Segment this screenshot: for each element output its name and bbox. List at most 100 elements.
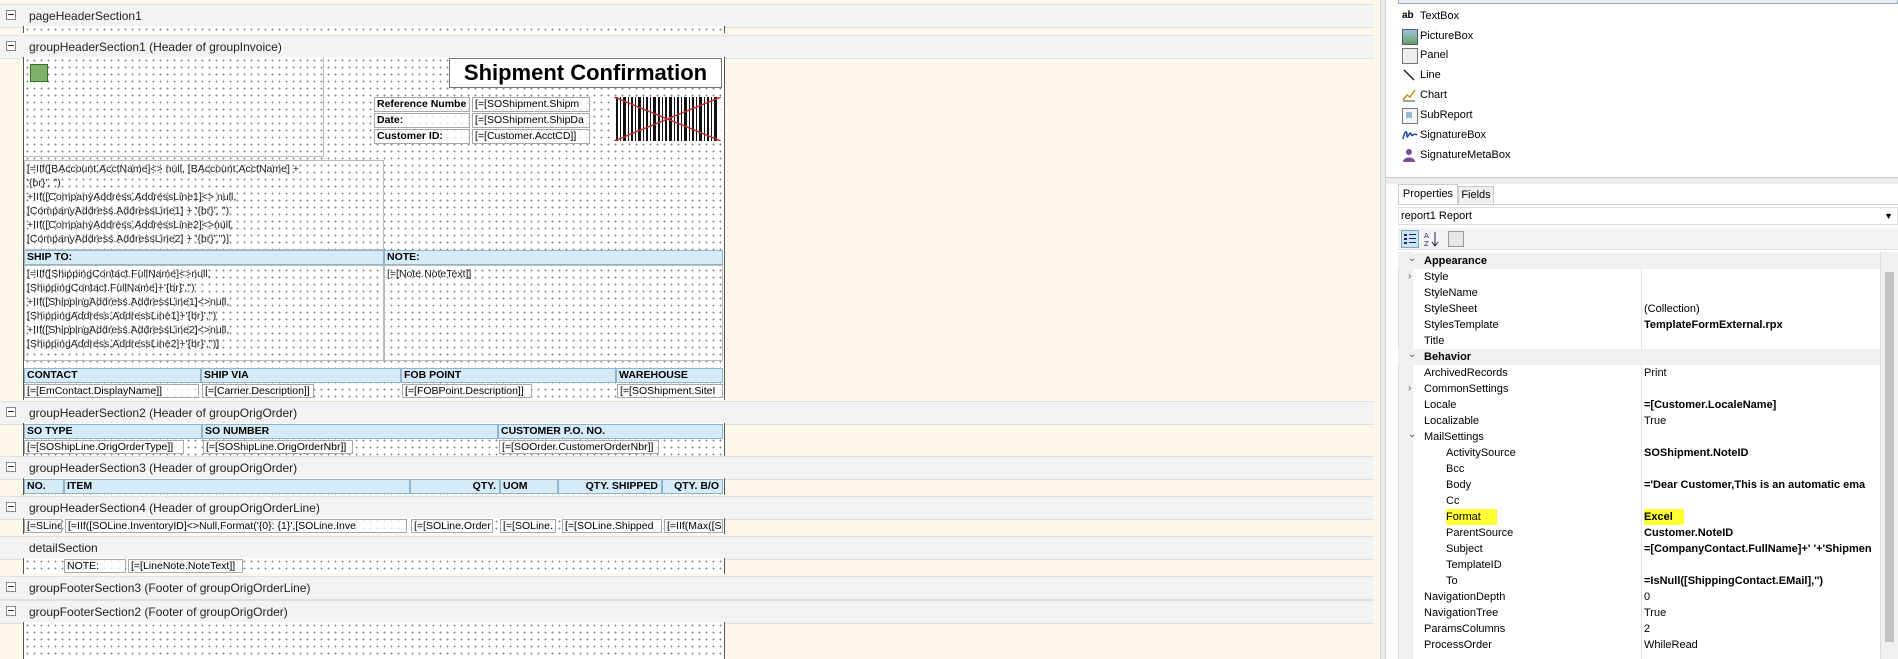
property-grid-scrollbar[interactable] bbox=[1880, 252, 1898, 659]
expand-chevron-icon[interactable]: › bbox=[1408, 381, 1411, 397]
section-bar-group-header-1[interactable]: groupHeaderSection1 (Header of groupInvo… bbox=[0, 35, 1374, 59]
property-row[interactable]: ⌄ MailSettings bbox=[1398, 429, 1880, 445]
qty-header[interactable]: QTY. bbox=[410, 479, 500, 494]
section-bar-detail[interactable]: detailSection bbox=[0, 536, 1374, 560]
item-field[interactable]: [=IIf([SOLine.InventoryID]<>Null,Format(… bbox=[65, 519, 407, 533]
tab-properties[interactable]: Properties bbox=[1398, 184, 1458, 204]
customer-po-field[interactable]: [=[SOOrder.CustomerOrderNbr]] bbox=[499, 440, 659, 454]
qty-bo-field[interactable]: [=IIf(Max([SOS bbox=[664, 519, 723, 533]
categorized-sort-icon[interactable] bbox=[1401, 230, 1419, 248]
section-bar-page-header-1[interactable]: pageHeaderSection1 bbox=[0, 4, 1374, 28]
note-box[interactable]: [=[Note.NoteText]] bbox=[384, 265, 723, 361]
property-row[interactable]: Localizable True bbox=[1398, 413, 1880, 429]
barcode-icon[interactable] bbox=[613, 96, 722, 142]
scrollbar-thumb[interactable] bbox=[1885, 272, 1894, 642]
property-value[interactable]: =[CompanyContact.FullName]+' '+'Shipmen bbox=[1644, 541, 1876, 557]
report-title[interactable]: Shipment Confirmation bbox=[449, 58, 722, 88]
so-number-header[interactable]: SO NUMBER bbox=[202, 424, 498, 439]
collapse-toggle-icon[interactable] bbox=[6, 462, 16, 472]
qty-shipped-field[interactable]: [=[SOLine.Shipped bbox=[562, 519, 662, 533]
property-value[interactable]: Print bbox=[1644, 365, 1876, 381]
property-row[interactable]: To =IsNull([ShippingContact.EMail],'') bbox=[1398, 573, 1880, 589]
collapse-chevron-icon[interactable]: ⌄ bbox=[1408, 427, 1416, 443]
warehouse-header[interactable]: WAREHOUSE bbox=[616, 368, 723, 383]
property-pages-icon[interactable] bbox=[1448, 231, 1464, 247]
property-row[interactable]: Subject =[CompanyContact.FullName]+' '+'S… bbox=[1398, 541, 1880, 557]
ship-via-field[interactable]: [=[Carrier.Description]] bbox=[202, 384, 314, 398]
property-row[interactable]: TemplateID bbox=[1398, 557, 1880, 573]
property-row[interactable]: StyleName bbox=[1398, 285, 1880, 301]
fob-point-header[interactable]: FOB POINT bbox=[401, 368, 616, 383]
property-value[interactable]: Customer.NoteID bbox=[1644, 525, 1876, 541]
property-category[interactable]: ⌄ Behavior bbox=[1398, 349, 1880, 365]
collapse-toggle-icon[interactable] bbox=[6, 41, 16, 51]
no-header[interactable]: NO. bbox=[24, 479, 64, 494]
collapse-toggle-icon[interactable] bbox=[6, 582, 16, 592]
property-value[interactable]: True bbox=[1644, 605, 1876, 621]
property-row[interactable]: ProcessOrder WhileRead bbox=[1398, 637, 1880, 653]
date-field[interactable]: [=[SOShipment.ShipDa bbox=[472, 113, 590, 128]
fob-point-field[interactable]: [=[FOBPoint.Description]] bbox=[402, 384, 532, 398]
so-type-field[interactable]: [=[SOShipLine.OrigOrderType]] bbox=[24, 440, 184, 454]
logo-picturebox[interactable] bbox=[24, 57, 324, 157]
property-row[interactable]: ParentSource Customer.NoteID bbox=[1398, 525, 1880, 541]
property-value[interactable]: TemplateFormExternal.rpx bbox=[1644, 317, 1876, 333]
property-row[interactable]: NavigationTree True bbox=[1398, 605, 1880, 621]
property-row[interactable]: Format Excel bbox=[1398, 509, 1880, 525]
qty-shipped-header[interactable]: QTY. SHIPPED bbox=[558, 479, 662, 494]
contact-field[interactable]: [=[EmContact.DisplayName]] bbox=[24, 384, 199, 398]
property-value[interactable]: =IsNull([ShippingContact.EMail],'') bbox=[1644, 573, 1876, 589]
property-value[interactable]: SOShipment.NoteID bbox=[1644, 445, 1876, 461]
item-header[interactable]: ITEM bbox=[64, 479, 410, 494]
tab-fields[interactable]: Fields bbox=[1458, 186, 1494, 204]
ship-to-box[interactable]: [=IIf([ShippingContact.FullName]<>null, … bbox=[24, 265, 384, 361]
customer-id-label[interactable]: Customer ID: bbox=[374, 129, 470, 144]
customer-id-field[interactable]: [=[Customer.AcctCD]] bbox=[472, 129, 590, 144]
property-row[interactable]: ArchivedRecords Print bbox=[1398, 365, 1880, 381]
so-type-header[interactable]: SO TYPE bbox=[24, 424, 202, 439]
ref-number-field[interactable]: [=[SOShipment.Shipm bbox=[472, 97, 590, 112]
property-value[interactable]: =[Customer.LocaleName] bbox=[1644, 397, 1876, 413]
date-label[interactable]: Date: bbox=[374, 113, 470, 128]
section-bar-group-footer-2[interactable]: groupFooterSection2 (Footer of groupOrig… bbox=[0, 600, 1374, 624]
property-row[interactable]: StylesTemplate TemplateFormExternal.rpx bbox=[1398, 317, 1880, 333]
collapse-chevron-icon[interactable]: ⌄ bbox=[1408, 347, 1416, 363]
uom-field[interactable]: [=[SOLine. bbox=[500, 519, 556, 533]
ref-number-label[interactable]: Reference Numbe bbox=[374, 97, 470, 112]
detail-note-label[interactable]: NOTE: bbox=[64, 559, 126, 573]
warehouse-field[interactable]: [=[SOShipment.SiteI bbox=[617, 384, 723, 398]
ship-to-header[interactable]: SHIP TO: bbox=[24, 250, 384, 265]
property-value[interactable]: 2 bbox=[1644, 621, 1876, 637]
property-category[interactable]: ⌄ Appearance bbox=[1398, 253, 1880, 269]
property-value[interactable]: (Collection) bbox=[1644, 301, 1876, 317]
property-row[interactable]: Cc bbox=[1398, 493, 1880, 509]
line-number-field[interactable]: [=SLine bbox=[24, 519, 62, 533]
section-bar-group-header-4[interactable]: groupHeaderSection4 (Header of groupOrig… bbox=[0, 496, 1374, 520]
qty-bo-header[interactable]: QTY. B/O bbox=[662, 479, 723, 494]
property-row[interactable]: Title bbox=[1398, 333, 1880, 349]
property-value[interactable]: True bbox=[1644, 413, 1876, 429]
collapse-toggle-icon[interactable] bbox=[6, 606, 16, 616]
property-row[interactable]: ParamsColumns 2 bbox=[1398, 621, 1880, 637]
collapse-toggle-icon[interactable] bbox=[6, 502, 16, 512]
object-selector[interactable]: report1 Report ▼ bbox=[1398, 207, 1898, 225]
ship-via-header[interactable]: SHIP VIA bbox=[201, 368, 401, 383]
property-row[interactable]: NavigationDepth 0 bbox=[1398, 589, 1880, 605]
property-value[interactable]: WhileRead bbox=[1644, 637, 1876, 653]
property-value[interactable]: ='Dear Customer,This is an automatic ema bbox=[1644, 477, 1876, 493]
company-address-box[interactable]: [=IIf([BAccount.AcctName]<> null, [BAcco… bbox=[24, 160, 384, 250]
qty-ordered-field[interactable]: [=[SOLine.Order bbox=[411, 519, 493, 533]
property-row[interactable]: › Style bbox=[1398, 269, 1880, 285]
property-row[interactable]: Locale =[Customer.LocaleName] bbox=[1398, 397, 1880, 413]
collapse-toggle-icon[interactable] bbox=[6, 407, 16, 417]
section-bar-group-header-2[interactable]: groupHeaderSection2 (Header of groupOrig… bbox=[0, 401, 1374, 425]
collapse-chevron-icon[interactable]: ⌄ bbox=[1408, 251, 1416, 267]
expand-chevron-icon[interactable]: › bbox=[1408, 269, 1411, 285]
section-bar-group-footer-3[interactable]: groupFooterSection3 (Footer of groupOrig… bbox=[0, 576, 1374, 600]
property-row[interactable]: Bcc bbox=[1398, 461, 1880, 477]
property-row[interactable]: ActivitySource SOShipment.NoteID bbox=[1398, 445, 1880, 461]
property-value[interactable]: Excel bbox=[1644, 509, 1876, 525]
property-row[interactable]: › CommonSettings bbox=[1398, 381, 1880, 397]
property-row[interactable]: StyleSheet (Collection) bbox=[1398, 301, 1880, 317]
uom-header[interactable]: UOM bbox=[500, 479, 558, 494]
